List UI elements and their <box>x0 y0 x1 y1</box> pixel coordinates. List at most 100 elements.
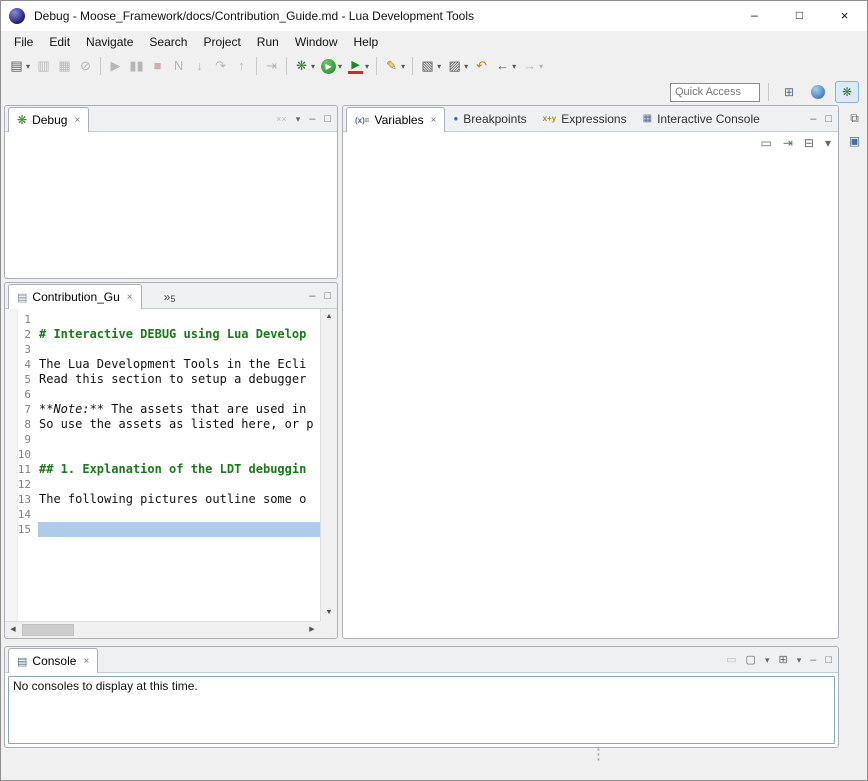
back-dropdown-icon[interactable]: ▾ <box>512 62 516 71</box>
debug-maximize-button[interactable]: □ <box>324 113 331 125</box>
tab-debug[interactable]: ❋ Debug × <box>8 107 89 132</box>
minimized-view-button[interactable]: ▣ <box>844 131 866 151</box>
menu-search[interactable]: Search <box>141 32 195 52</box>
forward-dropdown-icon[interactable]: ▾ <box>539 62 543 71</box>
close-tab-icon[interactable]: × <box>431 115 437 126</box>
last-edit-location-button[interactable]: ↶ <box>471 55 492 77</box>
status-bar-grip-icon[interactable]: ⋮ <box>591 750 606 760</box>
debug-button[interactable]: ❋▾ <box>291 55 318 77</box>
scroll-right-icon[interactable]: ▶ <box>304 622 320 638</box>
editor-line[interactable]: 6 <box>5 387 320 402</box>
editor-line[interactable]: 4The Lua Development Tools in the Ecli <box>5 357 320 372</box>
terminate-button[interactable]: ■ <box>147 55 168 77</box>
forward-button[interactable]: →▾ <box>519 55 546 77</box>
editor-maximize-button[interactable]: □ <box>324 290 331 302</box>
ldt-perspective-button[interactable] <box>806 81 830 103</box>
variables-minimize-button[interactable]: – <box>810 113 816 125</box>
save-button[interactable]: ▥ <box>33 55 54 77</box>
run-dropdown-icon[interactable]: ▾ <box>338 62 342 71</box>
editor-line[interactable]: 12 <box>5 477 320 492</box>
new-wizard-dropdown-icon[interactable]: ▾ <box>26 62 30 71</box>
editor-line[interactable]: 11## 1. Explanation of the LDT debuggin <box>5 462 320 477</box>
close-tab-icon[interactable]: × <box>83 656 89 667</box>
search-button[interactable]: ✎▾ <box>381 55 408 77</box>
step-over-button[interactable]: ↷ <box>210 55 231 77</box>
editor-line[interactable]: 1 <box>5 312 320 327</box>
menu-project[interactable]: Project <box>195 32 248 52</box>
open-element-dropdown-icon[interactable]: ▾ <box>437 62 441 71</box>
debug-view-menu-button[interactable]: ▾ <box>296 113 301 125</box>
editor-line[interactable]: 13The following pictures outline some o <box>5 492 320 507</box>
display-selected-console-button[interactable]: ▢ <box>746 654 756 666</box>
editor-line[interactable]: 2# Interactive DEBUG using Lua Develop <box>5 327 320 342</box>
back-button[interactable]: ←▾ <box>492 55 519 77</box>
collapse-all-button[interactable]: ⊟ <box>804 137 814 149</box>
new-snippet-button[interactable]: ▨▾ <box>444 55 471 77</box>
use-step-filters-button[interactable]: ⇥ <box>261 55 282 77</box>
editor-vertical-scrollbar[interactable]: ▲ ▼ <box>320 309 337 621</box>
tab-interactive-console[interactable]: ▦Interactive Console <box>635 106 768 131</box>
tab-contribution-guide[interactable]: ▤ Contribution_Gu × <box>8 284 142 309</box>
minimize-window-button[interactable]: – <box>732 1 777 31</box>
restore-views-button[interactable]: ⧉ <box>844 108 866 128</box>
new-wizard-button[interactable]: ▤▾ <box>6 55 33 77</box>
resume-button[interactable]: ▶ <box>105 55 126 77</box>
tab-breakpoints[interactable]: ●Breakpoints <box>445 106 534 131</box>
open-perspective-button[interactable]: ⊞ <box>777 81 801 103</box>
menu-help[interactable]: Help <box>346 32 387 52</box>
editor-line[interactable]: 3 <box>5 342 320 357</box>
editor-line[interactable]: 9 <box>5 432 320 447</box>
scroll-up-icon[interactable]: ▲ <box>321 309 337 325</box>
editor-lines[interactable]: 12# Interactive DEBUG using Lua Develop3… <box>5 309 320 621</box>
suspend-button[interactable]: ▮▮ <box>126 55 147 77</box>
scroll-left-icon[interactable]: ◀ <box>5 622 21 638</box>
debug-perspective-button[interactable]: ❋ <box>835 81 859 103</box>
menu-run[interactable]: Run <box>249 32 287 52</box>
open-element-button[interactable]: ▧▾ <box>417 55 444 77</box>
open-console-button[interactable]: ⊞ <box>778 654 787 666</box>
variables-maximize-button[interactable]: □ <box>825 113 832 125</box>
pin-console-button[interactable]: ▭ <box>726 654 736 666</box>
open-console-dropdown-icon[interactable]: ▾ <box>797 654 802 666</box>
tab-console[interactable]: ▤ Console × <box>8 648 98 673</box>
editor-content[interactable]: 12# Interactive DEBUG using Lua Develop3… <box>5 309 337 638</box>
show-logical-structures-button[interactable]: ⇥ <box>783 137 793 149</box>
step-return-button[interactable]: ↑ <box>231 55 252 77</box>
quick-access-input[interactable] <box>670 83 760 102</box>
disconnect-button[interactable]: N <box>168 55 189 77</box>
debug-minimize-button[interactable]: – <box>309 113 315 125</box>
editor-horizontal-scrollbar[interactable]: ◀ ▶ <box>5 621 320 638</box>
save-all-button[interactable]: ▦ <box>54 55 75 77</box>
console-minimize-button[interactable]: – <box>810 654 816 666</box>
menu-navigate[interactable]: Navigate <box>78 32 141 52</box>
step-into-button[interactable]: ↓ <box>189 55 210 77</box>
menu-edit[interactable]: Edit <box>41 32 78 52</box>
search-dropdown-icon[interactable]: ▾ <box>401 62 405 71</box>
menu-window[interactable]: Window <box>287 32 346 52</box>
editor-tab-overflow[interactable]: »5 <box>164 290 176 308</box>
skip-all-breakpoints-button[interactable]: ⊘ <box>75 55 96 77</box>
editor-line[interactable]: 8So use the assets as listed here, or p <box>5 417 320 432</box>
external-tools-dropdown-icon[interactable]: ▾ <box>365 62 369 71</box>
editor-line[interactable]: 5Read this section to setup a debugger <box>5 372 320 387</box>
close-tab-icon[interactable]: × <box>127 292 133 303</box>
menu-file[interactable]: File <box>6 32 41 52</box>
external-tools-button[interactable]: ▶▾ <box>345 55 372 77</box>
display-console-dropdown-icon[interactable]: ▾ <box>765 654 770 666</box>
debug-dropdown-icon[interactable]: ▾ <box>311 62 315 71</box>
run-button[interactable]: ▶▾ <box>318 55 345 77</box>
close-window-button[interactable]: × <box>822 1 867 31</box>
close-tab-icon[interactable]: × <box>74 115 80 126</box>
editor-minimize-button[interactable]: – <box>309 290 315 302</box>
tab-variables[interactable]: (x)=Variables× <box>346 107 445 132</box>
scroll-down-icon[interactable]: ▼ <box>321 605 337 621</box>
editor-line[interactable]: 14 <box>5 507 320 522</box>
maximize-window-button[interactable]: □ <box>777 1 822 31</box>
console-maximize-button[interactable]: □ <box>825 654 832 666</box>
variables-view-menu-button[interactable]: ▾ <box>825 137 831 149</box>
new-snippet-dropdown-icon[interactable]: ▾ <box>464 62 468 71</box>
editor-line[interactable]: 10 <box>5 447 320 462</box>
editor-line[interactable]: 15 <box>5 522 320 537</box>
horizontal-scrollbar-thumb[interactable] <box>22 624 74 636</box>
remove-all-terminated-button[interactable]: ×× <box>276 113 287 125</box>
